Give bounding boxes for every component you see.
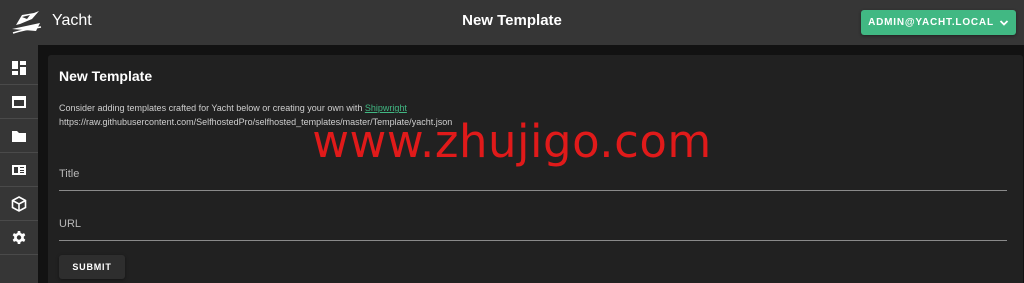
sidebar-item-settings[interactable] bbox=[0, 221, 38, 255]
submit-button[interactable]: SUBMIT bbox=[59, 255, 125, 279]
url-field[interactable] bbox=[59, 210, 1007, 241]
watermark-text: www.zhujigo.com bbox=[312, 115, 712, 168]
sidebar-item-applications[interactable] bbox=[0, 85, 38, 119]
user-menu-button[interactable]: ADMIN@YACHT.LOCAL bbox=[861, 10, 1016, 35]
chevron-down-icon bbox=[999, 19, 1009, 26]
user-menu-label: ADMIN@YACHT.LOCAL bbox=[868, 17, 994, 28]
new-template-card: New Template Consider adding templates c… bbox=[48, 55, 1023, 283]
shipwright-link[interactable]: Shipwright bbox=[365, 103, 407, 113]
window-icon bbox=[12, 95, 26, 108]
card-title: New Template bbox=[59, 68, 153, 84]
title-input[interactable] bbox=[59, 168, 1007, 180]
intro-text: Consider adding templates crafted for Ya… bbox=[59, 103, 363, 113]
url-input[interactable] bbox=[59, 218, 1007, 230]
gear-icon bbox=[12, 230, 26, 244]
sidebar-item-resources[interactable] bbox=[0, 187, 38, 221]
top-bar: Yacht New Template ADMIN@YACHT.LOCAL bbox=[0, 0, 1024, 45]
dashboard-icon bbox=[12, 60, 26, 75]
sidebar-item-dashboard[interactable] bbox=[0, 51, 38, 85]
cube-icon bbox=[11, 195, 27, 212]
